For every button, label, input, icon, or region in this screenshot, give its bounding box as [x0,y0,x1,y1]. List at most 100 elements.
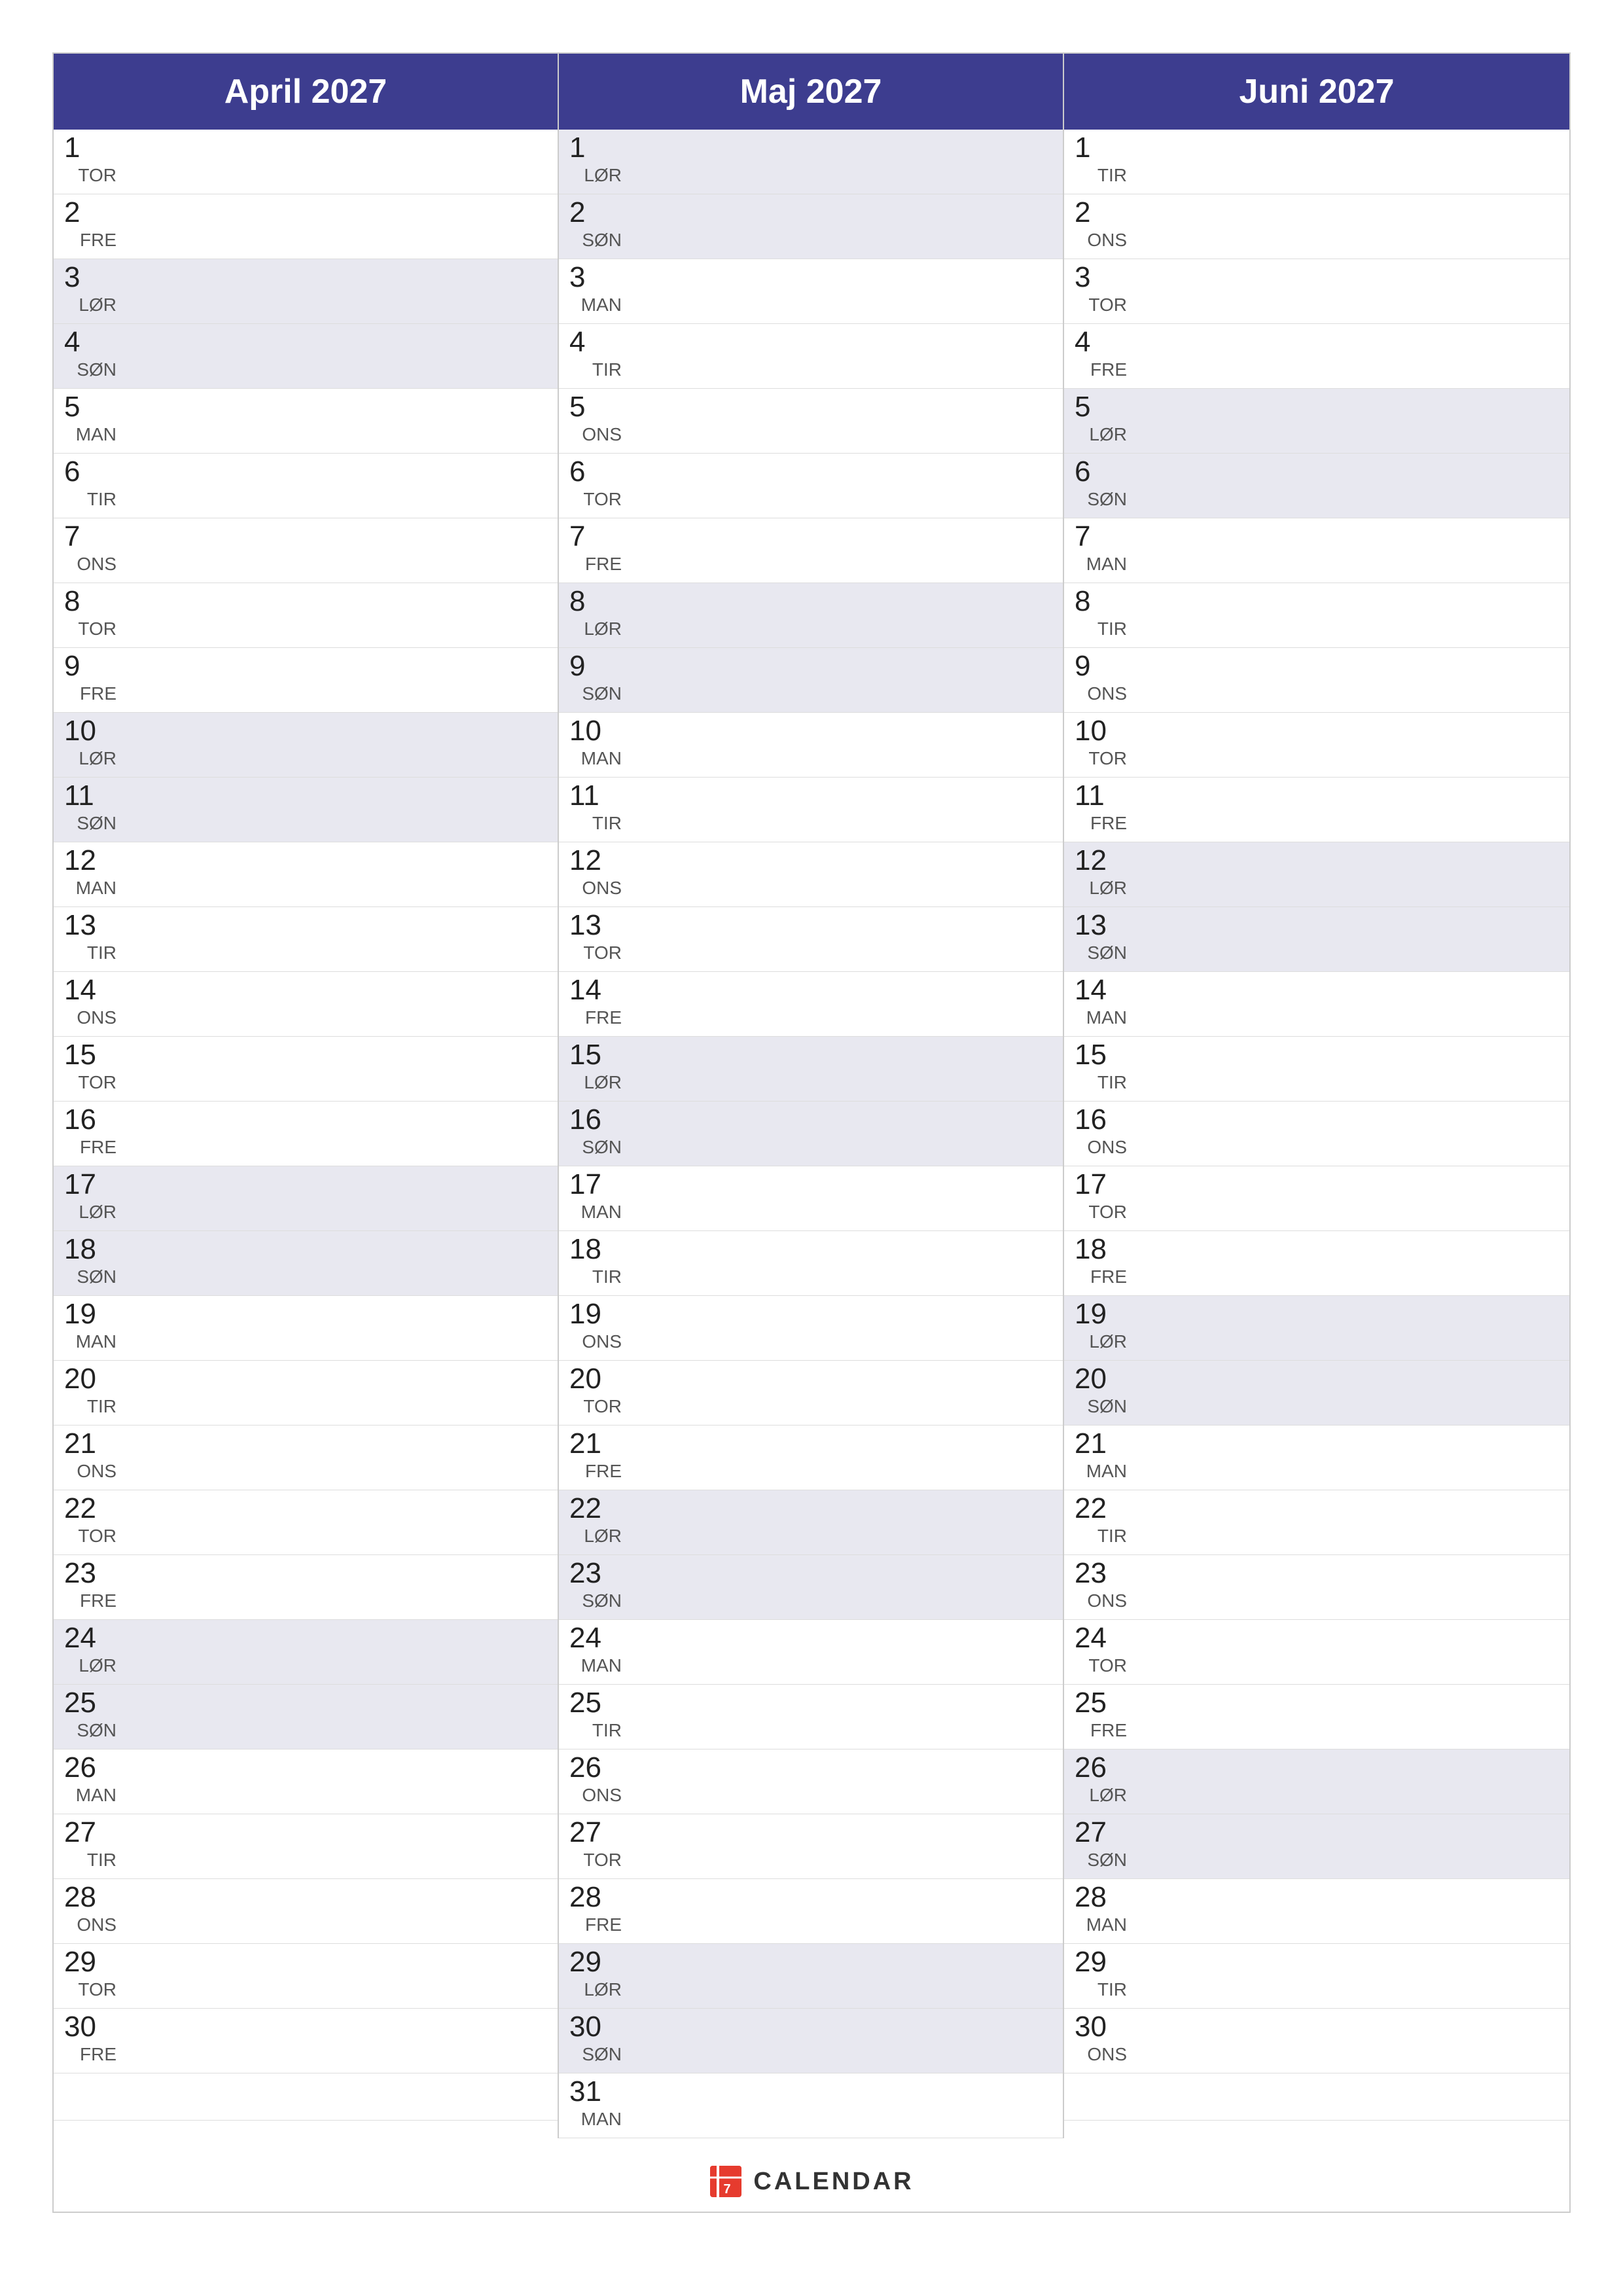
day-row: 18FRE [1064,1231,1569,1296]
day-row: 13TOR [559,907,1063,972]
day-info: 17TOR [1075,1170,1127,1227]
day-name: LØR [1089,424,1127,445]
day-number: 3 [569,263,622,292]
day-number: 3 [1075,263,1127,292]
day-info: 24MAN [569,1624,622,1680]
day-number: 9 [1075,652,1127,681]
day-name: SØN [1087,1396,1127,1417]
day-info: 18SØN [64,1235,116,1291]
day-info: 19ONS [569,1300,622,1356]
day-number: 2 [569,198,622,227]
april-column: 1TOR2FRE3LØR4SØN5MAN6TIR7ONS8TOR9FRE10LØ… [54,130,559,2138]
day-row: 1TIR [1064,130,1569,194]
day-row: 27TOR [559,1814,1063,1879]
day-name: ONS [77,554,116,575]
day-row: 15TOR [54,1037,558,1102]
day-name: TOR [78,619,116,639]
footer-logo: 7 CALENDAR [709,2164,914,2198]
day-info: 4FRE [1075,328,1127,384]
day-number: 22 [569,1494,622,1523]
day-info: 26MAN [64,1753,116,1810]
day-name: SØN [1087,1850,1127,1871]
day-row: 27SØN [1064,1814,1569,1879]
day-number: 20 [1075,1365,1127,1393]
day-number: 14 [1075,976,1127,1005]
day-name: FRE [80,230,116,251]
day-info: 16SØN [569,1105,622,1162]
day-name: LØR [1089,1331,1127,1352]
footer-logo-text: CALENDAR [753,2168,914,2196]
day-row: 7 ONS [54,518,558,583]
day-number: 31 [569,2077,622,2106]
day-info: 3LØR [64,263,116,319]
day-number: 20 [64,1365,116,1393]
day-info: 10LØR [64,717,116,773]
day-info: 14ONS [64,976,116,1032]
day-name: LØR [79,295,116,315]
day-info: 25FRE [1075,1689,1127,1745]
day-name: TOR [583,1850,622,1871]
day-info: 21FRE [569,1429,622,1486]
day-row: 21ONS [54,1426,558,1490]
day-row: 22LØR [559,1490,1063,1555]
day-row: 21FRE [559,1426,1063,1490]
day-number: 1 [569,134,622,162]
day-row: 29LØR [559,1944,1063,2009]
day-row: 14ONS [54,972,558,1037]
day-info: 12LØR [1075,846,1127,903]
day-info: 23ONS [1075,1559,1127,1615]
day-number: 19 [64,1300,116,1329]
day-number: 24 [64,1624,116,1653]
day-row: 6TOR [559,454,1063,518]
day-name: TIR [1097,165,1127,186]
day-row: 3MAN [559,259,1063,324]
day-name: TOR [78,1072,116,1093]
day-name: MAN [1086,554,1127,575]
day-info: 20TIR [64,1365,116,1421]
day-info: 24LØR [64,1624,116,1680]
day-name: LØR [584,619,622,639]
day-info: 10MAN [569,717,622,773]
day-name: TIR [87,1850,116,1871]
day-number: 24 [569,1624,622,1653]
day-info: 5LØR [1075,393,1127,449]
day-name: TIR [1097,619,1127,639]
day-name: TIR [592,359,622,380]
day-row: 13TIR [54,907,558,972]
day-number: 30 [1075,2013,1127,2041]
day-row: 17TOR [1064,1166,1569,1231]
day-number: 27 [64,1818,116,1847]
day-info: 12ONS [569,846,622,903]
day-row: 10MAN [559,713,1063,778]
day-row: 30SØN [559,2009,1063,2073]
day-info: 9FRE [64,652,116,708]
day-number: 9 [569,652,622,681]
day-number: 24 [1075,1624,1127,1653]
day-row: 21MAN [1064,1426,1569,1490]
day-number: 5 [1075,393,1127,422]
day-name: TIR [1097,1072,1127,1093]
day-number: 11 [569,781,622,810]
day-info: 17MAN [569,1170,622,1227]
day-info: 20TOR [569,1365,622,1421]
day-row: 24MAN [559,1620,1063,1685]
day-name: MAN [581,1202,622,1223]
day-row: 5LØR [1064,389,1569,454]
day-number: 25 [569,1689,622,1717]
day-info: 18FRE [1075,1235,1127,1291]
day-name: SØN [582,1590,622,1611]
day-row: 14MAN [1064,972,1569,1037]
day-row: 1LØR [559,130,1063,194]
day-info: 26LØR [1075,1753,1127,1810]
day-info: 15LØR [569,1041,622,1097]
day-row: 22TIR [1064,1490,1569,1555]
day-number: 17 [64,1170,116,1199]
day-name: FRE [1090,359,1127,380]
day-name: MAN [76,424,116,445]
day-number: 5 [64,393,116,422]
day-number: 6 [64,457,116,486]
day-number: 7 [64,522,116,551]
day-number: 18 [569,1235,622,1264]
day-name: FRE [585,1914,622,1935]
day-name: ONS [1087,1590,1127,1611]
